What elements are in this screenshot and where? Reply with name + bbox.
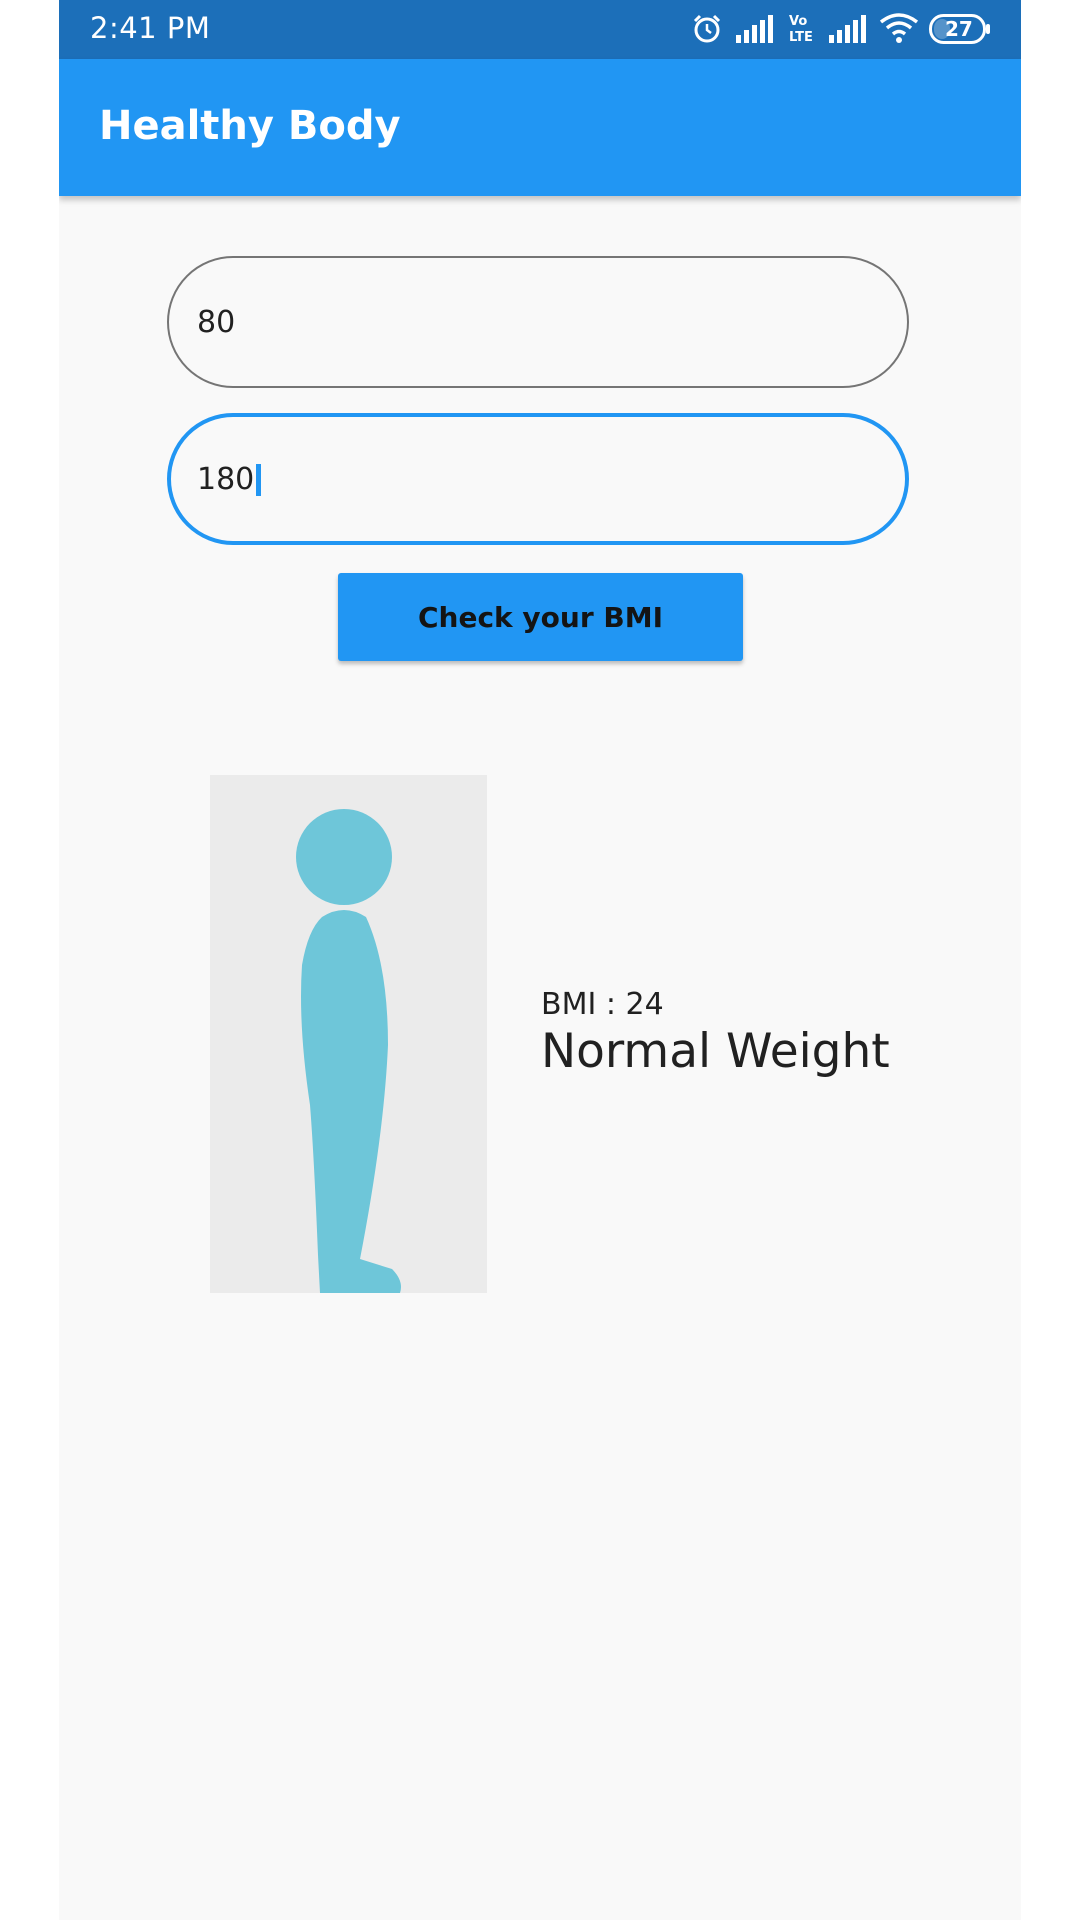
check-bmi-button[interactable]: Check your BMI	[338, 573, 743, 661]
bmi-value: BMI : 24	[541, 987, 664, 1022]
status-bar: 2:41 PM Vo LTE 27	[59, 0, 1021, 59]
svg-text:LTE: LTE	[789, 30, 813, 44]
app-bar: Healthy Body	[59, 59, 1021, 196]
signal-icon	[829, 15, 866, 43]
wifi-icon	[879, 13, 919, 43]
height-input[interactable]: 180	[167, 413, 909, 545]
text-cursor	[256, 463, 262, 496]
battery-level: 27	[945, 17, 973, 41]
bmi-result: BMI : 24 Normal Weight	[541, 987, 890, 1079]
weight-value: 80	[197, 305, 236, 340]
bmi-category: Normal Weight	[541, 1024, 890, 1079]
alarm-icon	[693, 14, 721, 43]
body-silhouette-icon	[296, 809, 401, 1293]
volte-lte-icon: Vo LTE	[789, 14, 813, 44]
app-title: Healthy Body	[99, 103, 401, 149]
signal-icon	[736, 15, 773, 43]
weight-input[interactable]: 80	[167, 256, 909, 388]
body-figure	[210, 775, 487, 1293]
svg-text:Vo: Vo	[789, 14, 807, 29]
status-icons: Vo LTE 27	[691, 12, 991, 46]
status-time: 2:41 PM	[90, 11, 211, 45]
phone-screen: 2:41 PM Vo LTE 27 Healthy Body 80 180 Ch…	[59, 0, 1021, 1920]
height-value: 180	[197, 462, 255, 497]
